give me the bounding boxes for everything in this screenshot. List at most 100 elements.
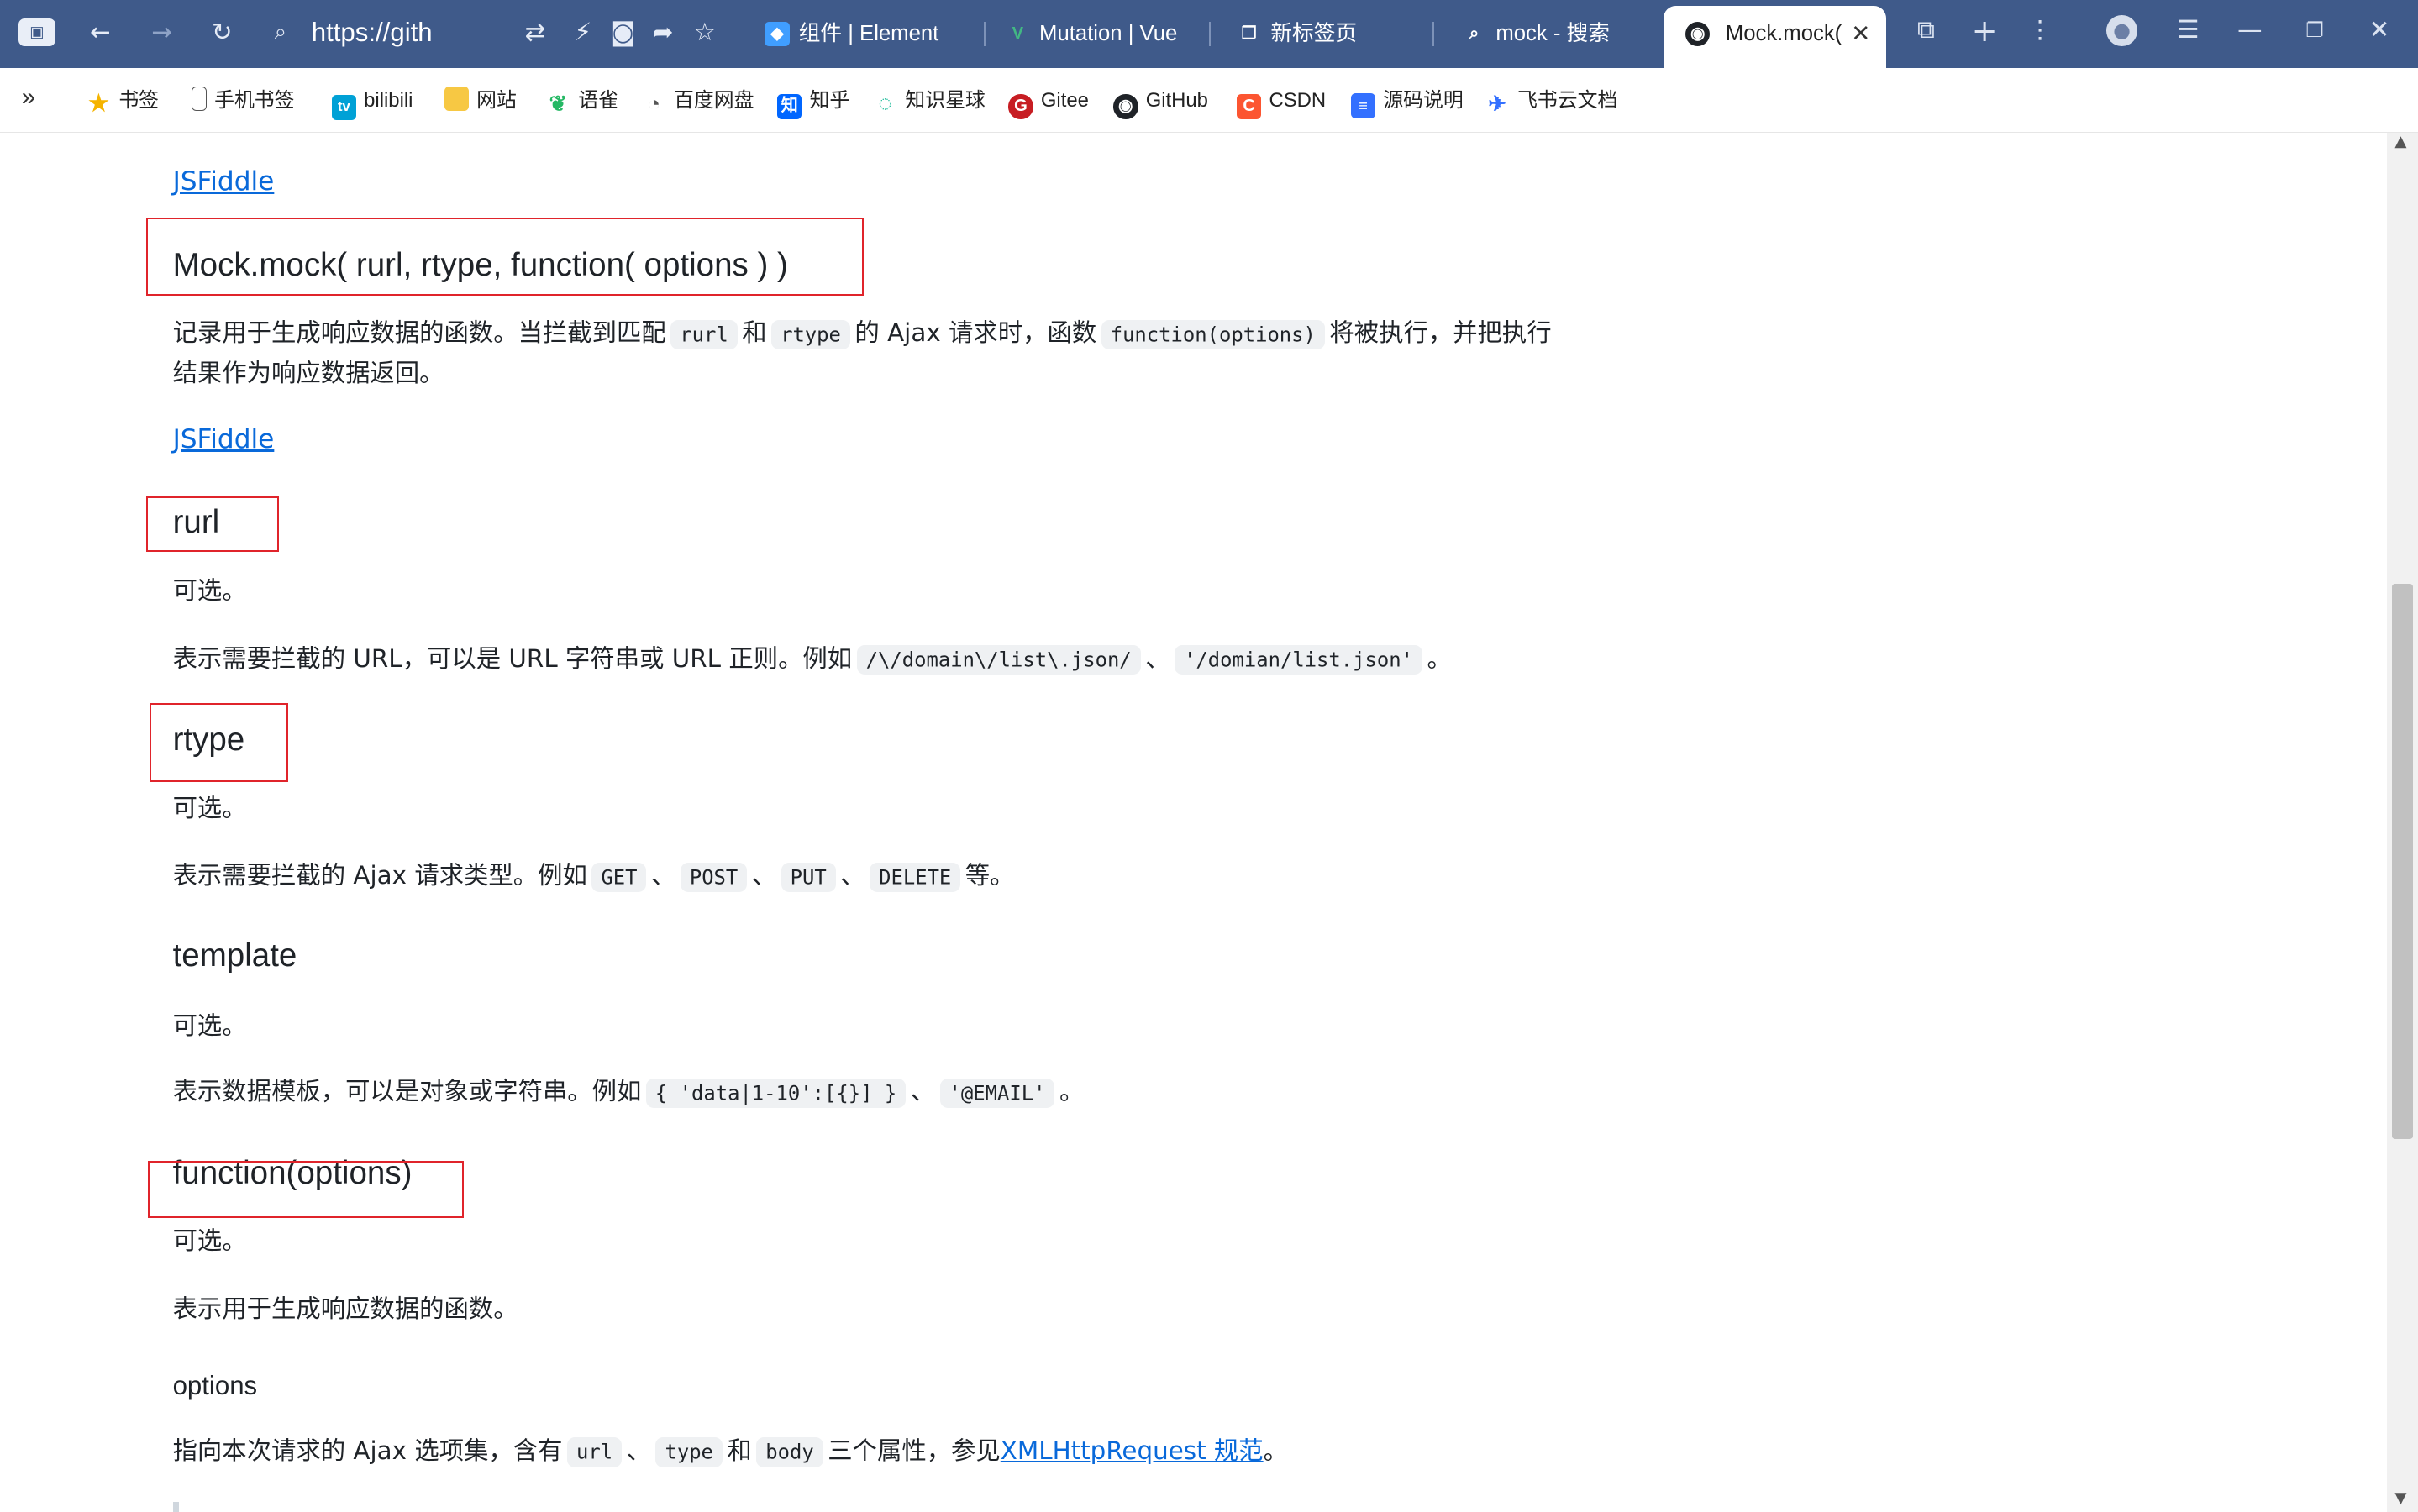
inline-code: GET — [591, 862, 647, 893]
bookmark-label: bilibili — [364, 88, 413, 112]
zhihu-icon: 知 — [777, 94, 802, 119]
tab-vue-mutation[interactable]: V Mutation | Vue — [1002, 13, 1211, 55]
lightning-icon[interactable]: ⚡ — [566, 15, 600, 49]
bookmark-label: 手机书签 — [214, 88, 295, 112]
page-content: JSFiddle Mock.mock( rurl, rtype, functio… — [0, 132, 2388, 1512]
api-description: 记录用于生成响应数据的函数。当拦截到匹配 rurl 和 rtype 的 Ajax 请求时… — [173, 314, 1552, 353]
bookmark-label: 知乎 — [809, 88, 850, 112]
bookmark-item[interactable]: 网站 — [444, 86, 517, 114]
template-optional: 可选。 — [172, 1011, 247, 1040]
bookmark-label: Gitee — [1040, 88, 1089, 112]
annotation-box — [146, 496, 280, 553]
csdn-icon: C — [1236, 94, 1262, 119]
new-tab-icon[interactable]: + — [1968, 13, 2001, 49]
tab-new-tab[interactable]: ❐ 新标签页 — [1233, 13, 1434, 55]
bookmark-item[interactable]: 手机书签 — [191, 86, 295, 114]
avatar[interactable]: ● — [2106, 15, 2137, 47]
expand-sidebar-icon[interactable]: » — [22, 83, 35, 111]
address-bar[interactable]: ⌕ https://gith — [265, 9, 497, 55]
annotation-box — [146, 217, 864, 297]
bookmark-label: 飞书云文档 — [1517, 88, 1618, 112]
bookmark-star-icon[interactable]: ☆ — [688, 15, 722, 49]
bookmark-label: CSDN — [1269, 88, 1327, 112]
search-icon: ⌕ — [274, 20, 287, 44]
text: 、 — [626, 1436, 651, 1466]
scroll-up-arrow-icon[interactable]: ▲ — [2394, 133, 2406, 150]
text: 三个属性，参见 — [828, 1436, 1001, 1466]
sidebar-toggle-icon[interactable]: ▣ — [18, 18, 56, 47]
extension-icon[interactable]: ◙ — [606, 15, 639, 49]
tab-label: Mock.mock( — [1725, 22, 1842, 46]
vue-favicon-icon: V — [1012, 24, 1024, 43]
bookmark-item[interactable]: ★ 书签 — [87, 87, 159, 116]
restore-icon[interactable]: ❐ — [2298, 18, 2331, 42]
vertical-scrollbar[interactable]: ▲ ▼ — [2387, 132, 2418, 1512]
feishu-icon: ✈ — [1488, 92, 1506, 117]
rtype-description: 表示需要拦截的 Ajax 请求类型。例如 GET、 POST、 PUT、 DELETE 等… — [173, 857, 1015, 895]
bookmark-label: 网站 — [476, 88, 517, 112]
bookmark-item[interactable]: 知知乎 — [777, 87, 849, 119]
minimize-icon[interactable]: — — [2233, 15, 2267, 44]
scrollbar-thumb[interactable] — [2391, 584, 2414, 1140]
function-options-description: 表示用于生成响应数据的函数。 — [172, 1294, 518, 1324]
bookmark-label: 书签 — [118, 88, 160, 112]
hamburger-menu-icon[interactable]: ☰ — [2171, 15, 2205, 44]
inline-code: function(options) — [1101, 319, 1325, 350]
github-favicon-icon: ◉ — [1685, 21, 1711, 47]
bookmark-label: 语雀 — [578, 88, 618, 112]
tab-label: 组件 | Element — [798, 21, 939, 45]
close-window-icon[interactable]: ✕ — [2363, 15, 2396, 44]
rurl-description: 表示需要拦截的 URL，可以是 URL 字符串或 URL 正则。例如/\/dom… — [173, 640, 1452, 679]
more-menu-icon[interactable]: ⋮ — [2023, 15, 2057, 44]
text: 将被执行，并把执行 — [1329, 318, 1552, 348]
doc-icon: ≡ — [1350, 93, 1376, 118]
bookmark-item[interactable]: ❦ 语雀 — [546, 87, 618, 118]
bookmark-item[interactable]: ◉ GitHub — [1113, 87, 1208, 119]
text: 、 — [840, 861, 865, 890]
bookmark-label: 百度网盘 — [674, 88, 754, 112]
jsfiddle-link[interactable]: JSFiddle — [173, 424, 275, 454]
close-tab-icon[interactable]: ✕ — [1851, 6, 1870, 61]
text: 表示需要拦截的 URL，可以是 URL 字符串或 URL 正则。例如 — [172, 643, 853, 673]
options-heading: options — [172, 1370, 258, 1400]
inline-code: rtype — [771, 319, 850, 350]
tab-label: 新标签页 — [1270, 21, 1358, 45]
tab-mock-search[interactable]: ⌕ mock - 搜索 — [1459, 13, 1651, 55]
bookmark-item[interactable]: ◌ 知识星球 — [873, 87, 985, 116]
phone-icon — [191, 86, 207, 112]
text: 等。 — [965, 861, 1015, 890]
tab-mock-mock[interactable]: ◉ Mock.mock( ✕ — [1664, 6, 1886, 68]
text: 、 — [910, 1077, 936, 1106]
translate-icon[interactable]: ⇄ — [518, 15, 552, 49]
bookmark-item[interactable]: ≡ 源码说明 — [1350, 87, 1464, 118]
rtype-optional: 可选。 — [172, 793, 247, 822]
bookmark-item[interactable]: ✈ 飞书云文档 — [1485, 87, 1617, 118]
text: 的 Ajax 请求时，函数 — [854, 318, 1097, 348]
text: 指向本次请求的 Ajax 选项集，含有 — [172, 1436, 563, 1466]
tab-label: Mutation | Vue — [1039, 21, 1178, 45]
template-description: 表示数据模板，可以是对象或字符串。例如{ 'data|1-10':[{}] }、… — [173, 1073, 1084, 1111]
scroll-down-arrow-icon[interactable]: ▼ — [2394, 1489, 2406, 1507]
xmlhttprequest-spec-link[interactable]: XMLHttpRequest 规范 — [1001, 1436, 1264, 1465]
forward-icon[interactable]: → — [145, 15, 179, 49]
folder-icon — [444, 86, 469, 112]
bookmark-item[interactable]: ◔ 百度网盘 — [642, 87, 754, 118]
inline-code: '/domian/list.json' — [1175, 645, 1422, 675]
baidu-pan-icon: ◔ — [647, 92, 660, 117]
text: 表示需要拦截的 Ajax 请求类型。例如 — [172, 861, 587, 890]
github-icon: ◉ — [1113, 94, 1138, 119]
tab-element[interactable]: ◆ 组件 | Element — [762, 13, 986, 55]
reload-icon[interactable]: ↻ — [205, 15, 239, 49]
template-heading: template — [172, 937, 297, 974]
star-icon: ★ — [88, 90, 109, 117]
search-favicon-icon: ⌕ — [1469, 24, 1480, 43]
bookmark-item[interactable]: G Gitee — [1008, 87, 1089, 119]
back-icon[interactable]: ← — [83, 15, 117, 49]
jsfiddle-link[interactable]: JSFiddle — [173, 166, 275, 197]
text: 、 — [1145, 643, 1170, 673]
bookmark-item[interactable]: C CSDN — [1236, 87, 1327, 119]
annotation-box — [148, 1161, 465, 1218]
share-icon[interactable]: ➦ — [646, 15, 680, 49]
bookmark-item[interactable]: tv bilibili — [331, 87, 413, 120]
tab-manager-icon[interactable]: ⧉ — [1909, 15, 1942, 45]
